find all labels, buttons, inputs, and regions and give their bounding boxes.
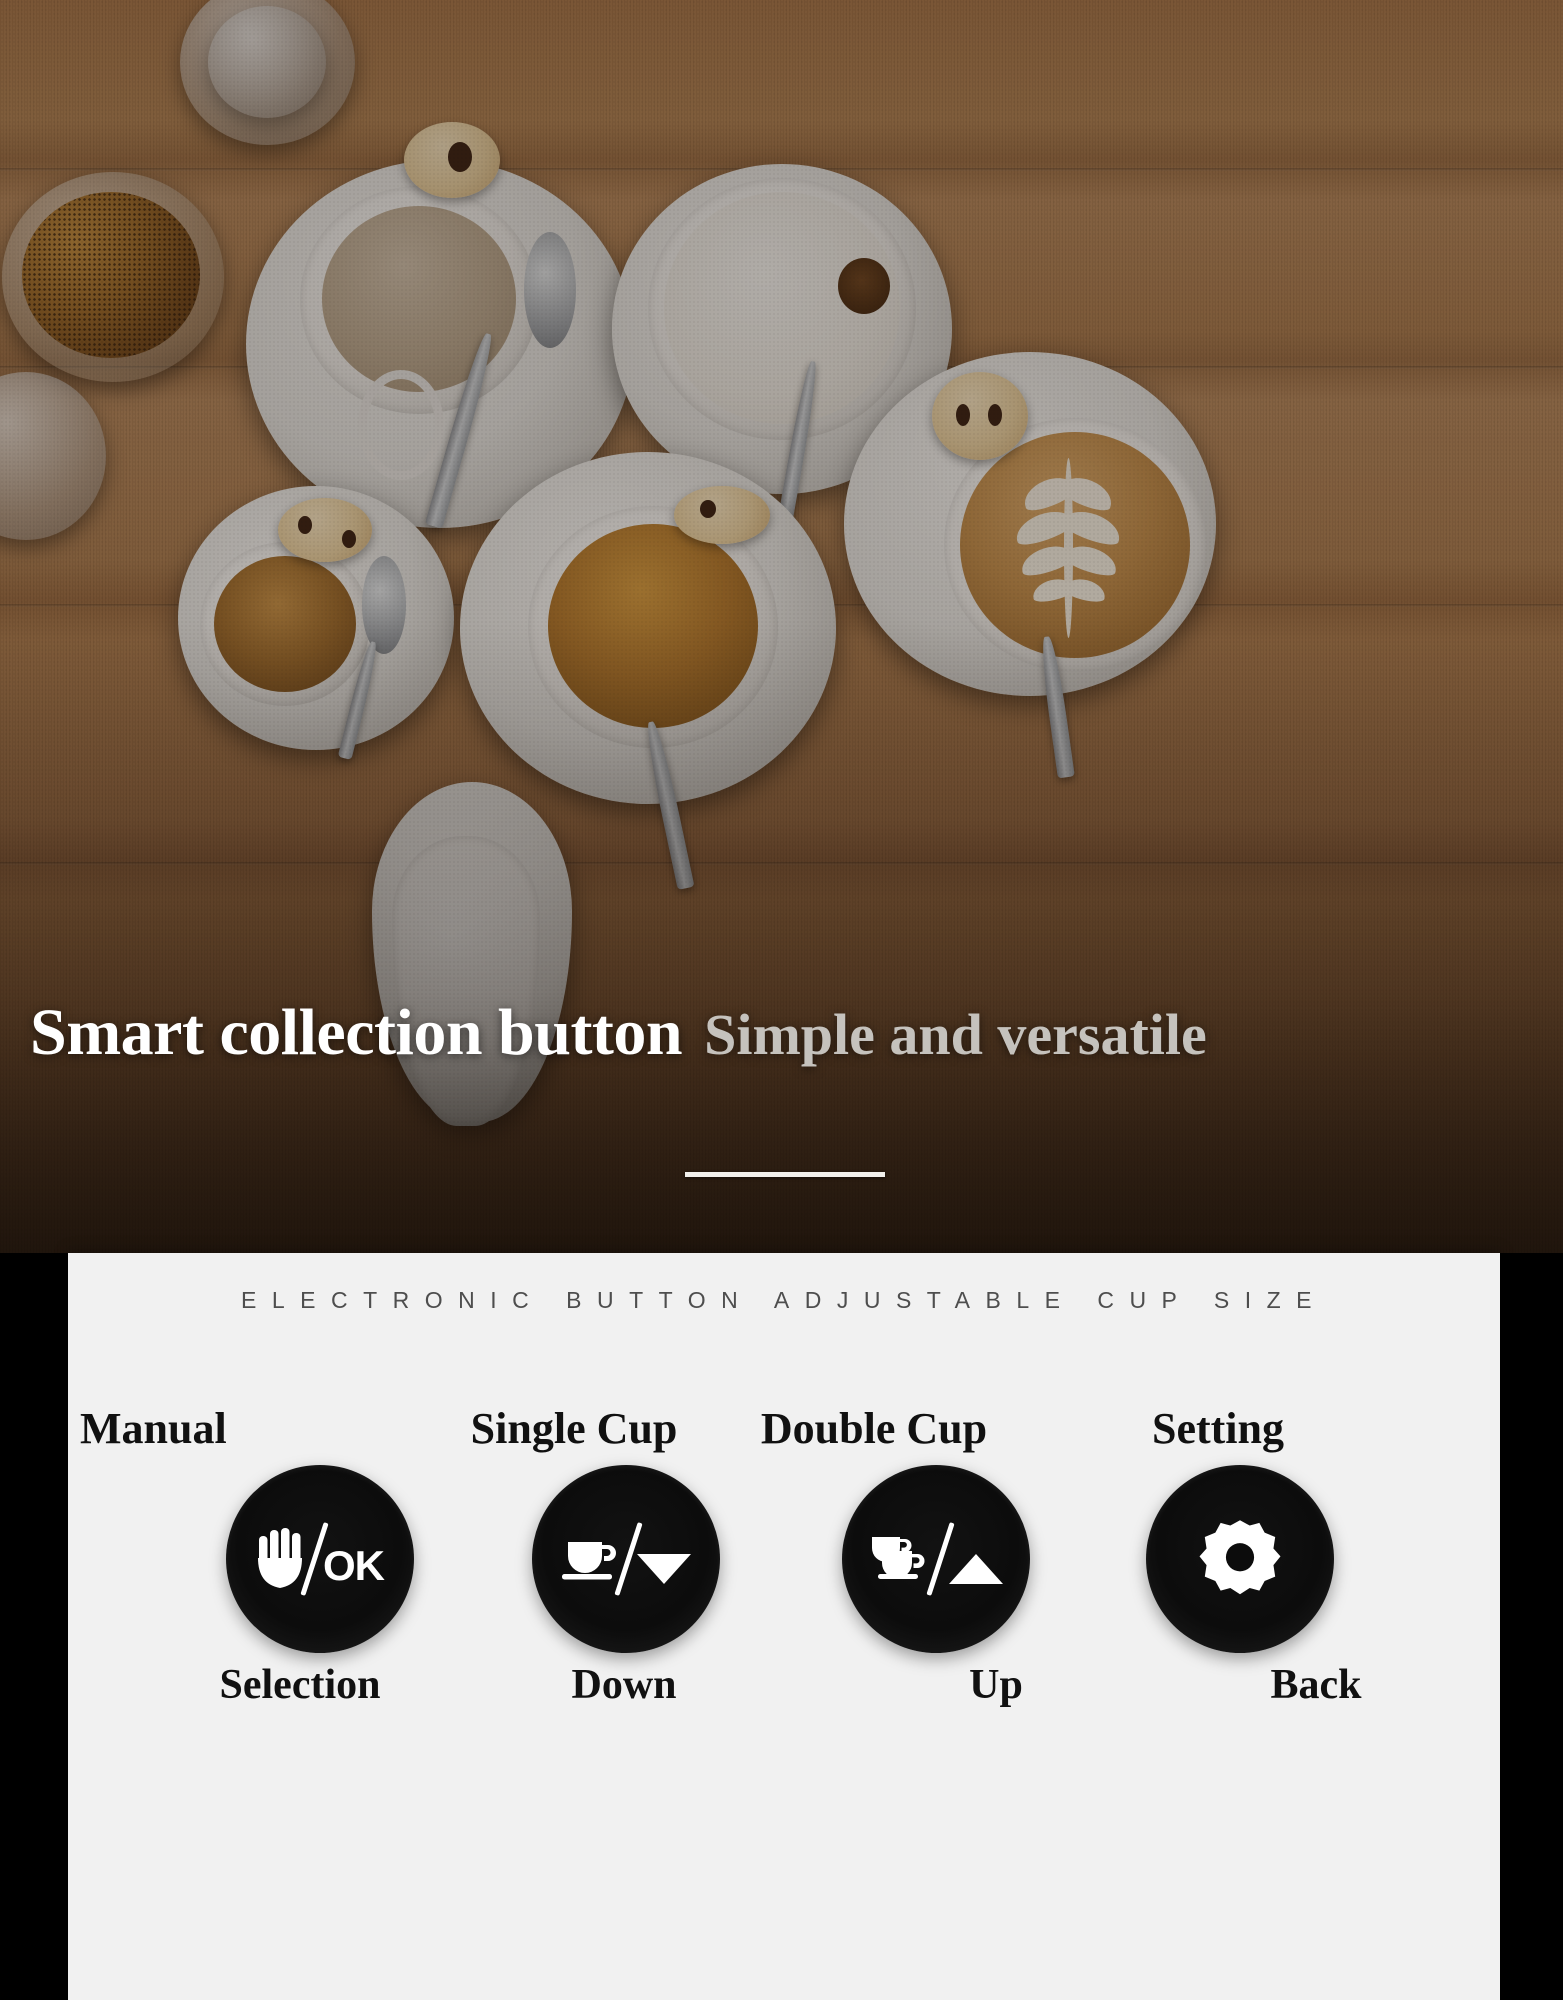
gear-icon bbox=[1199, 1520, 1281, 1595]
button-top-label-manual: Manual bbox=[80, 1404, 227, 1453]
hand-icon bbox=[258, 1528, 302, 1588]
ok-label: OK bbox=[323, 1542, 385, 1589]
hand-ok-icon: OK bbox=[245, 1514, 395, 1604]
button-bottom-label-up: Up bbox=[969, 1662, 1023, 1708]
triangle-up-icon bbox=[948, 1554, 1003, 1584]
page-root: Smart collection button Simple and versat… bbox=[0, 0, 1563, 2000]
right-black-rail bbox=[1500, 1253, 1563, 2000]
button-top-label-double-cup: Double Cup bbox=[760, 1404, 988, 1453]
setting-back-button[interactable] bbox=[1146, 1465, 1334, 1653]
button-row: Manual OK Selection Single Cup Down Doub… bbox=[68, 1253, 1500, 2000]
page-title: Smart collection button bbox=[30, 996, 683, 1069]
page-subtitle: Simple and versatile bbox=[704, 1002, 1207, 1067]
single-cup-icon bbox=[561, 1542, 616, 1580]
button-top-label-single-cup: Single Cup bbox=[470, 1404, 678, 1453]
hero-title-block: Smart collection button Simple and versat… bbox=[0, 1000, 1563, 1177]
triangle-down-icon bbox=[636, 1554, 691, 1584]
button-bottom-label-back: Back bbox=[1270, 1662, 1362, 1708]
button-panel: ELECTRONIC BUTTON ADJUSTABLE CUP SIZE Ma… bbox=[68, 1253, 1500, 2000]
button-bottom-label-down: Down bbox=[571, 1662, 677, 1708]
title-row: Smart collection button Simple and versat… bbox=[0, 1000, 1563, 1066]
double-cup-up-button[interactable] bbox=[842, 1465, 1030, 1653]
double-cup-up-icon bbox=[861, 1514, 1011, 1604]
button-bottom-label-selection: Selection bbox=[219, 1662, 381, 1708]
title-divider bbox=[685, 1172, 885, 1177]
single-cup-down-button[interactable] bbox=[532, 1465, 720, 1653]
left-black-rail bbox=[0, 1253, 68, 2000]
button-top-label-setting: Setting bbox=[1152, 1404, 1284, 1453]
manual-selection-button[interactable]: OK bbox=[226, 1465, 414, 1653]
cup-down-icon bbox=[551, 1514, 701, 1604]
double-cup-icon bbox=[871, 1537, 924, 1579]
